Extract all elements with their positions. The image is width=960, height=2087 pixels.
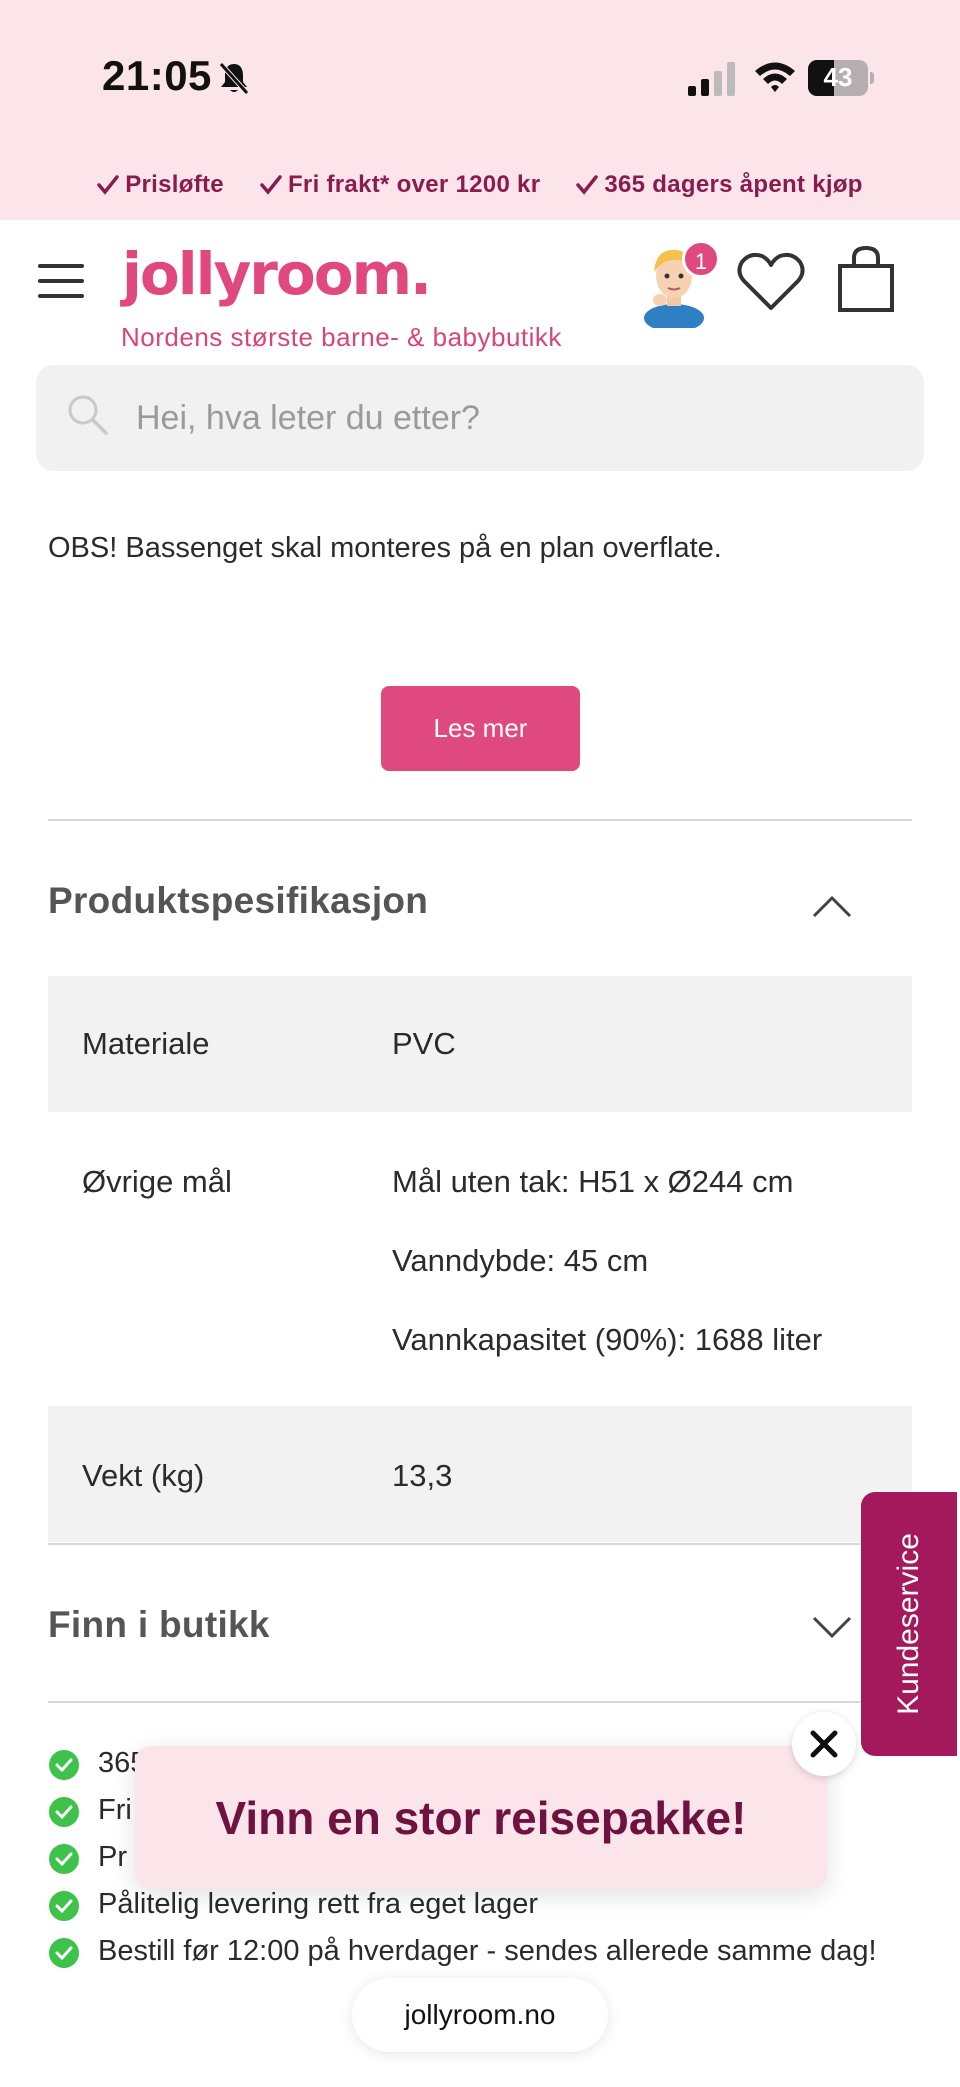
benefit-text: Fri: [98, 1794, 132, 1826]
search-input[interactable]: [136, 383, 896, 453]
clock: 21:05: [102, 52, 212, 99]
wifi-icon: [755, 62, 795, 92]
silent-bell-icon: [219, 62, 249, 95]
chevron-up-icon[interactable]: [810, 890, 854, 920]
check-icon: [97, 175, 119, 195]
usp-item-prislofte: Prisløfte: [97, 171, 224, 199]
search-icon: [68, 395, 108, 435]
usp-label: 365 dagers åpent kjøp: [604, 171, 863, 198]
check-icon: [576, 175, 599, 195]
check-circle-icon: [49, 1938, 79, 1968]
spec-label: Øvrige mål: [82, 1164, 232, 1199]
spec-value: Vannkapasitet (90%): 1688 liter: [392, 1322, 823, 1357]
read-more-button[interactable]: Les mer: [381, 686, 580, 771]
chevron-down-icon[interactable]: [810, 1612, 854, 1642]
spec-value: Mål uten tak: H51 x Ø244 cm: [392, 1164, 794, 1199]
shopping-bag-icon[interactable]: [836, 244, 896, 314]
usp-bar: Prisløfte Fri frakt* over 1200 kr 365 da…: [0, 160, 960, 210]
wishlist-heart-icon[interactable]: [736, 250, 806, 314]
check-circle-icon: [49, 1891, 79, 1921]
spec-label: Vekt (kg): [82, 1458, 205, 1493]
usp-label: Prisløfte: [125, 171, 224, 198]
notification-badge: 1: [682, 240, 720, 278]
spec-row-vekt: Vekt (kg) 13,3: [48, 1406, 912, 1542]
benefit-text: Pr: [98, 1841, 127, 1873]
benefit-text: Bestill før 12:00 på hverdager - sendes …: [98, 1935, 877, 1967]
search-bar[interactable]: [36, 365, 924, 471]
check-circle-icon: [49, 1750, 79, 1780]
spec-row-materiale: Materiale PVC: [48, 976, 912, 1112]
promo-popup-text: Vinn en stor reisepakke!: [215, 1791, 747, 1844]
check-circle-icon: [49, 1797, 79, 1827]
description-text: OBS! Bassenget skal monteres på en plan …: [48, 532, 722, 564]
status-bar: 21:05 43: [0, 0, 960, 150]
spec-row-ovrige-mal: Øvrige mål Mål uten tak: H51 x Ø244 cm V…: [48, 1112, 912, 1406]
battery-level: 43: [823, 62, 853, 92]
promo-popup[interactable]: Vinn en stor reisepakke!: [135, 1746, 827, 1889]
spec-label: Materiale: [82, 1026, 210, 1061]
spec-value: 13,3: [392, 1458, 453, 1493]
check-icon: [260, 175, 282, 195]
site-logo[interactable]: jollyroom.: [122, 240, 432, 308]
spec-section-title[interactable]: Produktspesifikasjon: [48, 880, 428, 922]
divider: [48, 819, 912, 821]
list-item: Bestill før 12:00 på hverdager - sendes …: [48, 1928, 888, 1975]
close-icon: [810, 1730, 838, 1758]
usp-label: Fri frakt* over 1200 kr: [287, 171, 541, 198]
customer-service-tab[interactable]: Kundeservice: [861, 1492, 957, 1756]
menu-icon[interactable]: [38, 264, 84, 300]
divider: [48, 1701, 912, 1703]
divider: [48, 1543, 912, 1545]
check-circle-icon: [49, 1844, 79, 1874]
usp-item-fri-frakt: Fri frakt* over 1200 kr: [260, 171, 540, 199]
site-header: jollyroom. Nordens største barne- & baby…: [0, 220, 960, 360]
cellular-signal-icon: [688, 62, 735, 96]
spec-value: PVC: [392, 1026, 456, 1061]
spec-value: Vanndybde: 45 cm: [392, 1243, 649, 1278]
customer-service-label: Kundeservice: [892, 1533, 925, 1715]
store-section-title[interactable]: Finn i butikk: [48, 1604, 270, 1646]
browser-url-bar[interactable]: jollyroom.no: [352, 1978, 608, 2052]
site-tagline: Nordens største barne- & babybutikk: [121, 322, 562, 352]
battery-indicator: 43: [808, 60, 874, 96]
usp-item-apent-kjop: 365 dagers åpent kjøp: [576, 171, 862, 199]
benefit-text: Pålitelig levering rett fra eget lager: [98, 1888, 539, 1920]
close-popup-button[interactable]: [792, 1712, 856, 1776]
